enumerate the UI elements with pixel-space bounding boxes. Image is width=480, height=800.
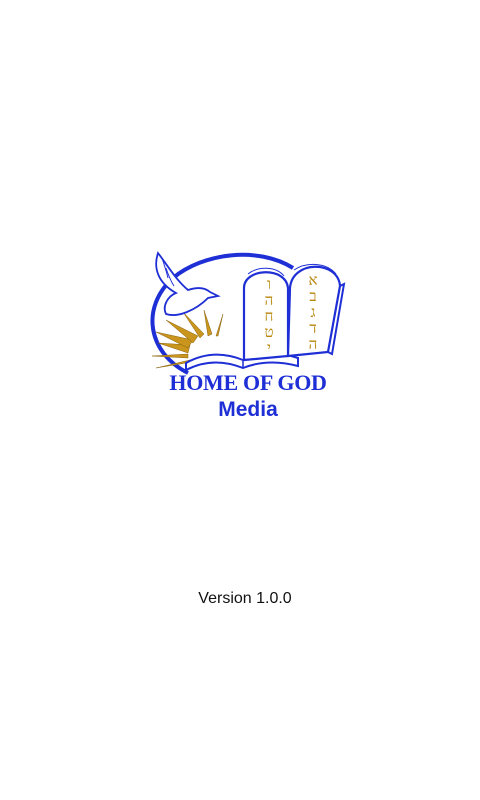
logo-title: HOME OF GOD bbox=[169, 370, 327, 395]
version-label: Version 1.0.0 bbox=[198, 590, 292, 607]
tablet-right-letters: א ב ג ד ה bbox=[308, 271, 318, 353]
splash-screen: ו ה ח ט י א ב ג ד ה HOME OF GOD Media Ve… bbox=[0, 0, 480, 800]
logo-subtitle: Media bbox=[218, 398, 278, 421]
tablet-left-letters: ו ה ח ט י bbox=[264, 275, 274, 357]
